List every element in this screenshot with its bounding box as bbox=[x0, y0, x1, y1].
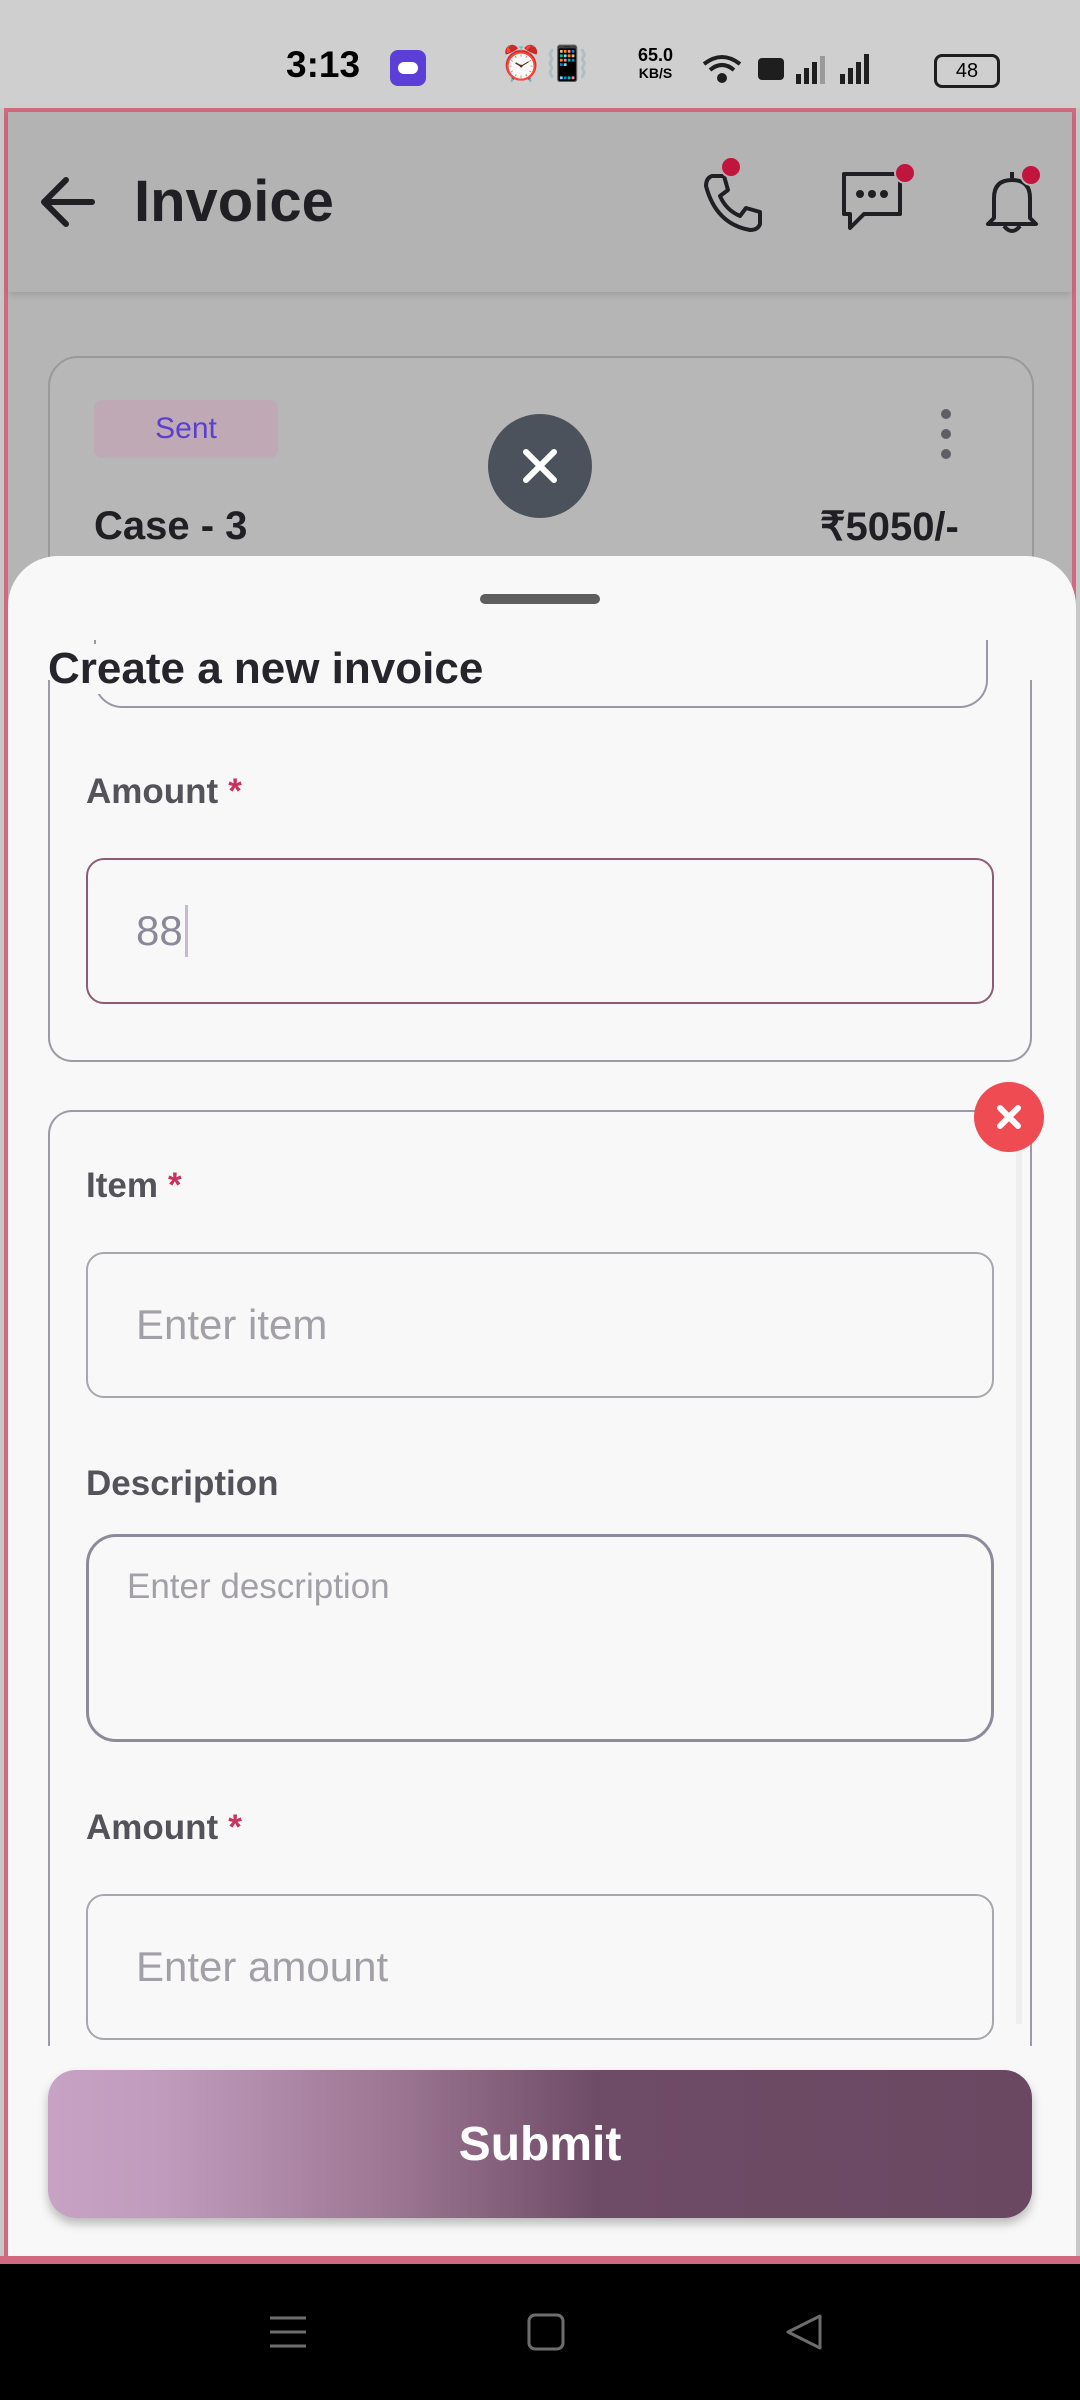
phone-notification-dot bbox=[720, 156, 742, 178]
network-speed-value: 65.0 bbox=[638, 45, 674, 65]
required-mark: * bbox=[167, 1166, 182, 1205]
item-label-text: Item bbox=[86, 1166, 158, 1205]
status-badge: Sent bbox=[94, 400, 278, 458]
submit-button[interactable]: Submit bbox=[48, 2070, 1032, 2218]
close-icon bbox=[997, 1105, 1021, 1129]
back-arrow-icon[interactable] bbox=[36, 170, 100, 234]
required-mark: * bbox=[228, 772, 242, 811]
menu-icon[interactable] bbox=[268, 2312, 308, 2352]
signal-icon bbox=[796, 56, 825, 84]
page-title: Invoice bbox=[134, 169, 334, 234]
item-label: Item * bbox=[86, 1166, 182, 1206]
case-amount: ₹5050/- bbox=[820, 505, 959, 549]
text-cursor bbox=[184, 905, 188, 957]
close-icon bbox=[523, 449, 557, 483]
amount-input-value: 88 bbox=[136, 907, 183, 954]
bell-notification-dot bbox=[1020, 164, 1042, 186]
description-placeholder: Enter description bbox=[127, 1567, 390, 1606]
scrollbar[interactable] bbox=[1016, 1144, 1022, 2024]
required-mark: * bbox=[228, 1808, 242, 1847]
item-input[interactable]: Enter item bbox=[86, 1252, 994, 1398]
wifi-calling-icon bbox=[758, 58, 784, 80]
wifi-icon bbox=[702, 55, 742, 83]
signal-icon bbox=[840, 54, 869, 84]
drag-handle[interactable] bbox=[480, 594, 600, 604]
app-notification-icon bbox=[390, 50, 426, 86]
more-options-icon[interactable] bbox=[934, 408, 958, 460]
home-icon[interactable] bbox=[526, 2312, 566, 2352]
alarm-icon: ⏰ bbox=[500, 45, 547, 83]
back-nav-icon[interactable] bbox=[784, 2312, 824, 2352]
status-time: 3:13 bbox=[286, 44, 361, 85]
description-textarea[interactable]: Enter description bbox=[86, 1534, 994, 1742]
network-speed: 65.0 KB/S bbox=[638, 46, 673, 82]
battery-icon: 48 bbox=[934, 54, 1000, 88]
amount-label-text: Amount bbox=[86, 772, 219, 811]
amount-label-text: Amount bbox=[86, 1808, 219, 1847]
remove-item-button[interactable] bbox=[974, 1082, 1044, 1152]
case-title: Case - 3 bbox=[94, 504, 248, 548]
amount-input-2[interactable]: Enter amount bbox=[86, 1894, 994, 2040]
close-sheet-button[interactable] bbox=[488, 414, 592, 518]
item-placeholder: Enter item bbox=[136, 1301, 328, 1348]
network-speed-unit: KB/S bbox=[638, 65, 673, 81]
chat-notification-dot bbox=[894, 162, 916, 184]
amount-label-2: Amount * bbox=[86, 1808, 242, 1848]
amount-label-1: Amount * bbox=[86, 772, 242, 812]
amount-placeholder: Enter amount bbox=[136, 1943, 389, 1990]
description-label: Description bbox=[86, 1464, 279, 1503]
connectivity-icons bbox=[702, 54, 869, 84]
vibrate-icon: 📳 bbox=[546, 45, 593, 83]
frame-edge bbox=[0, 2256, 1080, 2264]
amount-input-1[interactable]: 88 bbox=[86, 858, 994, 1004]
status-icons: ⏰📳 bbox=[500, 44, 593, 84]
